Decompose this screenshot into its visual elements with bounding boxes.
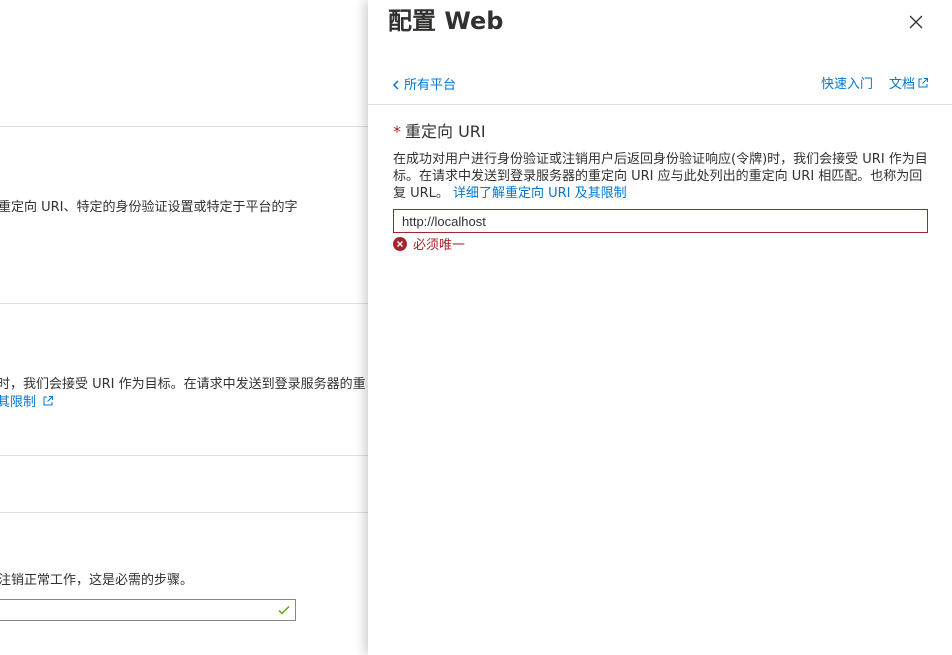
configure-web-panel: 配置 Web 所有平台 快速入门 文档 * 重定向 URI 在成功对用户进行身份验… bbox=[368, 0, 952, 655]
error-text: 必须唯一 bbox=[413, 238, 466, 253]
close-icon[interactable] bbox=[906, 12, 926, 32]
quickstart-link[interactable]: 快速入门 bbox=[821, 76, 873, 94]
redirect-uri-input[interactable] bbox=[393, 209, 928, 233]
background-link-row: 其限制 bbox=[0, 394, 54, 412]
background-text: 重定向 URI、特定的身份验证设置或特定于平台的字 bbox=[0, 200, 298, 215]
background-input[interactable] bbox=[0, 599, 296, 621]
chevron-left-icon bbox=[392, 80, 399, 90]
screen: 重定向 URI、特定的身份验证设置或特定于平台的字 时，我们会接受 URI 作为… bbox=[0, 0, 952, 655]
all-platforms-label: 所有平台 bbox=[404, 78, 457, 93]
divider bbox=[0, 455, 368, 456]
docs-label: 文档 bbox=[889, 77, 916, 92]
validation-error: 必须唯一 bbox=[393, 237, 465, 255]
header-divider bbox=[368, 104, 952, 105]
error-icon bbox=[393, 237, 407, 251]
divider bbox=[0, 512, 368, 513]
all-platforms-link[interactable]: 所有平台 bbox=[392, 77, 456, 95]
redirect-uri-label-text: 重定向 URI bbox=[405, 122, 486, 141]
required-marker: * bbox=[393, 122, 401, 141]
learn-more-link[interactable]: 详细了解重定向 URI 及其限制 bbox=[453, 186, 627, 201]
background-text: 时，我们会接受 URI 作为目标。在请求中发送到登录服务器的重 bbox=[0, 377, 366, 392]
redirect-uri-description: 在成功对用户进行身份验证或注销用户后返回身份验证响应(令牌)时，我们会接受 UR… bbox=[393, 151, 929, 202]
checkmark-icon bbox=[278, 606, 290, 615]
background-page: 重定向 URI、特定的身份验证设置或特定于平台的字 时，我们会接受 URI 作为… bbox=[0, 0, 368, 655]
divider bbox=[0, 126, 368, 127]
background-learn-link[interactable]: 其限制 bbox=[0, 395, 36, 410]
external-link-icon bbox=[43, 396, 54, 406]
redirect-uri-label: * 重定向 URI bbox=[393, 121, 486, 143]
divider bbox=[0, 303, 368, 304]
panel-title: 配置 Web bbox=[388, 7, 504, 35]
background-text: 注销正常工作，这是必需的步骤。 bbox=[0, 573, 194, 588]
docs-link[interactable]: 文档 bbox=[889, 76, 929, 94]
external-link-icon bbox=[918, 78, 929, 88]
